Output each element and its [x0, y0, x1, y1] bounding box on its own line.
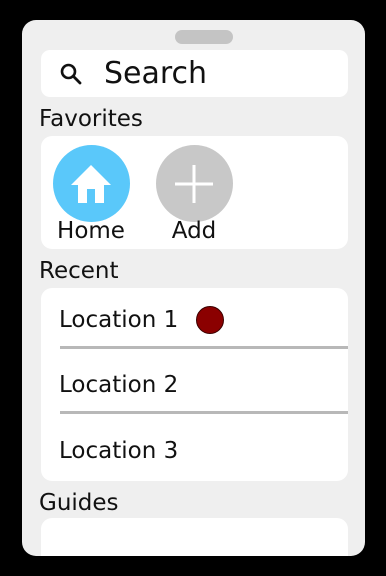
plus-icon: [155, 145, 233, 222]
recent-item-label: Location 3: [59, 438, 179, 464]
recent-card: Location 1 Location 2 Location 3: [41, 288, 348, 481]
favorites-heading: Favorites: [39, 106, 143, 132]
divider: [60, 411, 348, 414]
search-icon: [60, 63, 82, 84]
favorites-card: Home Add: [41, 136, 348, 249]
recent-item-location-3[interactable]: Location 3: [41, 419, 348, 483]
recent-item-label: Location 2: [59, 372, 179, 398]
home-icon: [52, 145, 130, 222]
divider: [60, 346, 348, 349]
maps-sheet: Search Favorites Home Add Recent Locatio…: [22, 20, 365, 556]
favorite-add[interactable]: Add: [154, 145, 234, 244]
guides-card[interactable]: [41, 518, 348, 556]
sheet-grabber-handle[interactable]: [175, 30, 233, 44]
favorite-home[interactable]: Home: [51, 145, 131, 244]
recent-item-location-2[interactable]: Location 2: [41, 353, 348, 417]
recent-heading: Recent: [39, 258, 119, 284]
search-label: Search: [104, 56, 208, 91]
favorite-add-label: Add: [171, 218, 217, 244]
guides-heading: Guides: [39, 490, 119, 516]
recent-item-label: Location 1: [59, 307, 179, 333]
recent-item-location-1[interactable]: Location 1: [41, 288, 348, 352]
status-dot-icon: [196, 306, 225, 334]
favorite-home-label: Home: [57, 218, 125, 244]
search-bar[interactable]: Search: [41, 50, 348, 97]
